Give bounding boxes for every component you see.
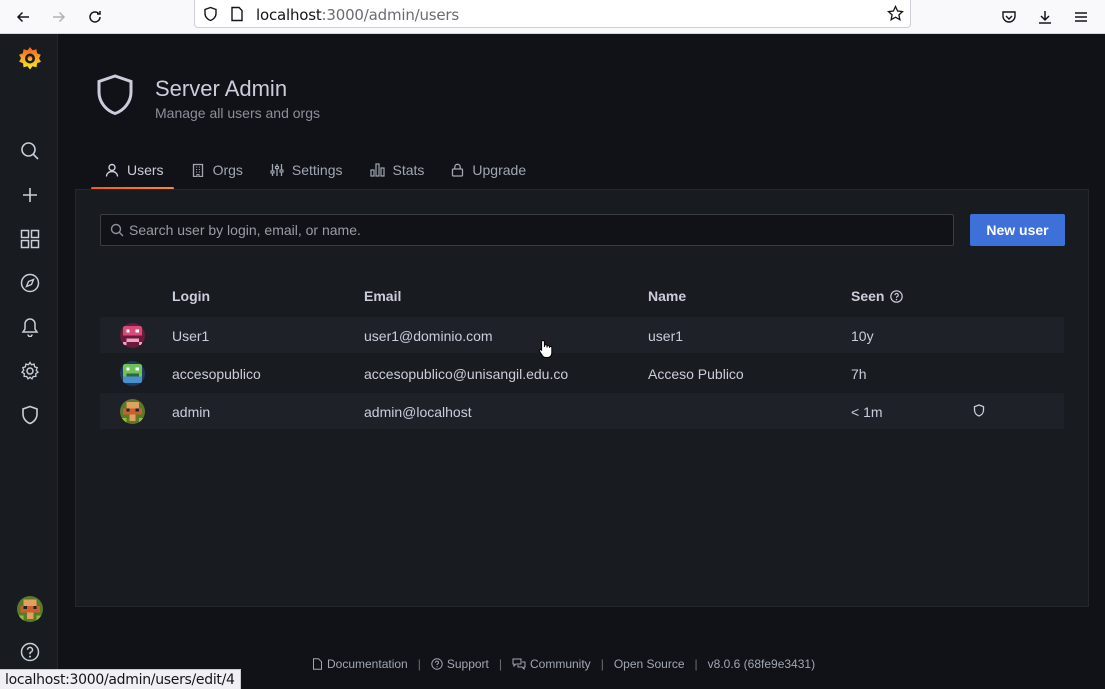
page-shield-icon (96, 74, 134, 121)
sliders-icon (270, 164, 284, 176)
tab-settings-label: Settings (291, 162, 343, 178)
table-row[interactable]: accesopublico accesopublico@unisangil.ed… (100, 355, 1064, 391)
support-label: Support (446, 657, 489, 671)
documentation-link[interactable]: Documentation (312, 657, 408, 671)
footer-separator: | (694, 657, 698, 671)
community-label: Community (530, 657, 591, 671)
support-link[interactable]: Support (431, 657, 489, 671)
side-menu (0, 34, 58, 689)
menu-icon[interactable] (1068, 4, 1094, 30)
search-icon (110, 223, 124, 242)
user-seen[interactable]: 10y (851, 328, 874, 344)
page-title: Server Admin (155, 76, 288, 101)
footer-separator: | (600, 657, 604, 671)
footer-separator: | (498, 657, 502, 671)
pointer-cursor-icon (538, 339, 554, 364)
search-icon[interactable] (15, 136, 45, 166)
bar-chart-icon (369, 163, 385, 177)
reload-icon[interactable] (82, 4, 108, 30)
users-panel: New user Login Email Name Seen User1 use… (75, 189, 1089, 607)
tab-orgs[interactable]: Orgs (177, 152, 253, 188)
tab-upgrade-label: Upgrade (472, 162, 527, 178)
search-input[interactable] (129, 215, 949, 245)
forward-icon[interactable] (46, 4, 72, 30)
tab-orgs-label: Orgs (212, 162, 243, 178)
avatar[interactable] (120, 323, 145, 348)
url-path: :3000/admin/users (321, 6, 460, 24)
footer: Documentation | Support | Community | Op… (312, 657, 815, 671)
explore-icon[interactable] (15, 268, 45, 298)
building-icon (192, 163, 203, 177)
column-name[interactable]: Name (648, 288, 686, 304)
user-seen[interactable]: 7h (851, 366, 867, 382)
configuration-icon[interactable] (15, 356, 45, 386)
comment-icon (512, 658, 526, 670)
lock-icon (452, 163, 464, 177)
community-link[interactable]: Community (512, 657, 591, 671)
search-box (100, 214, 954, 246)
avatar[interactable] (120, 399, 145, 424)
status-link-preview: localhost:3000/admin/users/edit/4 (0, 669, 241, 689)
star-icon[interactable] (887, 4, 904, 27)
new-user-button[interactable]: New user (970, 214, 1065, 246)
user-email[interactable]: accesopublico@unisangil.edu.co (364, 366, 568, 382)
tab-users[interactable]: Users (91, 152, 174, 190)
user-icon (105, 163, 119, 177)
avatar[interactable] (120, 361, 145, 386)
column-login[interactable]: Login (172, 288, 210, 304)
footer-separator: | (417, 657, 421, 671)
grafana-logo-icon[interactable] (15, 44, 45, 74)
tab-stats[interactable]: Stats (356, 152, 435, 188)
user-email[interactable]: admin@localhost (364, 404, 472, 420)
user-login[interactable]: accesopublico (172, 366, 261, 382)
server-admin-badge-icon (973, 404, 985, 420)
tab-upgrade[interactable]: Upgrade (437, 152, 536, 188)
tab-settings[interactable]: Settings (256, 152, 353, 188)
help-icon[interactable] (15, 637, 45, 667)
plus-icon[interactable] (15, 180, 45, 210)
admin-tabs: Users Orgs Settings Stats Upgrade (91, 152, 539, 190)
table-row[interactable]: User1 user1@dominio.com user1 10y (100, 317, 1064, 353)
question-icon[interactable] (890, 290, 904, 303)
dashboards-icon[interactable] (15, 224, 45, 254)
url-bar[interactable]: localhost:3000/admin/users (194, 0, 911, 28)
shield-icon[interactable] (203, 6, 218, 27)
user-seen[interactable]: < 1m (851, 404, 883, 420)
page-icon (230, 6, 244, 27)
column-seen[interactable]: Seen (851, 288, 904, 304)
table-row[interactable]: admin admin@localhost < 1m (100, 393, 1064, 429)
user-login[interactable]: admin (172, 404, 210, 420)
table-header: Login Email Name Seen (100, 280, 1064, 316)
user-name[interactable]: Acceso Publico (648, 366, 744, 382)
column-email[interactable]: Email (364, 288, 401, 304)
documentation-label: Documentation (327, 657, 408, 671)
pocket-icon[interactable] (996, 4, 1022, 30)
user-name[interactable]: user1 (648, 328, 683, 344)
user-avatar[interactable] (15, 594, 45, 624)
page-subtitle: Manage all users and orgs (155, 105, 320, 121)
browser-toolbar: localhost:3000/admin/users (0, 0, 1105, 34)
alerting-icon[interactable] (15, 312, 45, 342)
user-login[interactable]: User1 (172, 328, 209, 344)
back-icon[interactable] (10, 4, 36, 30)
download-icon[interactable] (1032, 4, 1058, 30)
tab-users-label: Users (127, 162, 164, 178)
url-text[interactable]: localhost:3000/admin/users (256, 6, 459, 24)
column-seen-label: Seen (851, 288, 885, 304)
question-icon (431, 658, 443, 670)
url-host: localhost (256, 6, 322, 24)
version-text: v8.0.6 (68fe9e3431) (707, 657, 816, 671)
open-source-link[interactable]: Open Source (614, 657, 685, 671)
server-admin-icon[interactable] (15, 400, 45, 430)
user-email[interactable]: user1@dominio.com (364, 328, 493, 344)
tab-stats-label: Stats (392, 162, 425, 178)
document-icon (313, 658, 322, 670)
